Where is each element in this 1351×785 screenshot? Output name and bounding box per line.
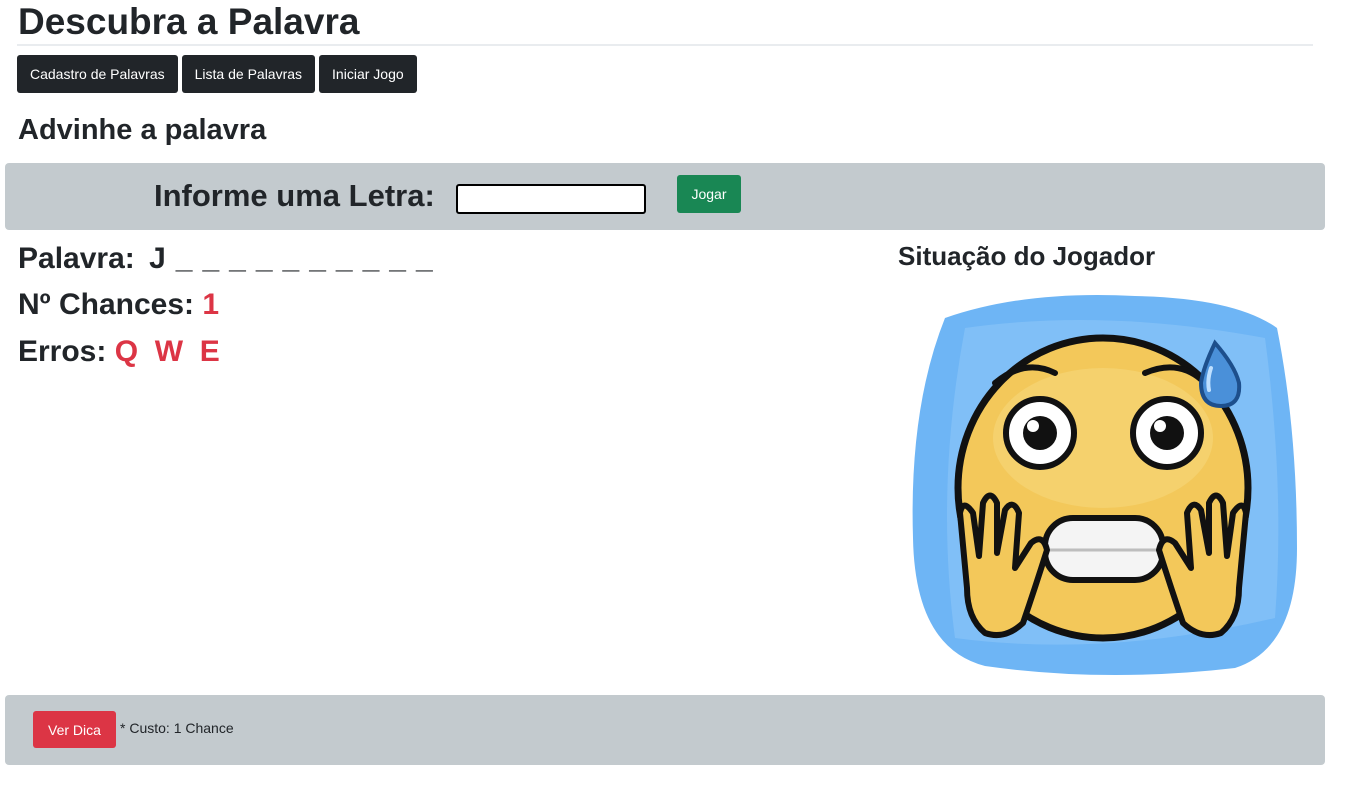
letter-input[interactable] — [456, 184, 646, 214]
word-letter: _ — [175, 242, 193, 275]
nav-button-lista-palavras[interactable]: Lista de Palavras — [181, 55, 316, 93]
errors-line: Erros: Q W E — [18, 333, 220, 371]
guess-panel: Informe uma Letra: Jogar — [5, 163, 1325, 230]
chances-value: 1 — [202, 288, 220, 321]
word-letter: _ — [309, 242, 326, 275]
error-letter: E — [199, 335, 220, 368]
nav-button-iniciar-jogo[interactable]: Iniciar Jogo — [319, 55, 417, 93]
word-label: Palavra: — [18, 242, 135, 275]
nav-bar: Cadastro de Palavras Lista de Palavras I… — [17, 55, 417, 93]
play-button[interactable]: Jogar — [677, 175, 741, 213]
errors-label: Erros: — [18, 335, 107, 368]
error-letter: Q — [114, 335, 139, 368]
section-title: Advinhe a palavra — [18, 114, 267, 146]
anxious-emoji-icon — [912, 294, 1297, 676]
hint-panel: Ver Dica * Custo: 1 Chance — [5, 695, 1325, 765]
word-letter: _ — [202, 242, 220, 275]
error-letter: W — [154, 335, 184, 368]
word-letter: _ — [389, 242, 406, 275]
word-line: Palavra: J _ _ _ _ _ _ _ _ _ _ — [18, 240, 443, 278]
chances-label: Nº Chances: — [18, 288, 195, 321]
player-status-title: Situação do Jogador — [898, 241, 1156, 271]
nav-button-cadastro-palavras[interactable]: Cadastro de Palavras — [17, 55, 178, 93]
word-letter: _ — [282, 242, 300, 275]
title-divider — [17, 44, 1313, 46]
word-letter: _ — [229, 242, 246, 275]
show-hint-button[interactable]: Ver Dica — [33, 711, 116, 748]
chances-line: Nº Chances: 1 — [18, 286, 219, 324]
word-letter: _ — [335, 242, 353, 275]
page-title: Descubra a Palavra — [18, 1, 360, 42]
letter-input-label: Informe uma Letra: — [154, 178, 435, 213]
word-letter: J — [149, 242, 166, 275]
word-letter: _ — [255, 242, 273, 275]
word-display: J _ _ _ _ _ _ _ _ _ _ — [143, 242, 443, 275]
word-letter: _ — [362, 242, 380, 275]
word-letter: _ — [415, 242, 433, 275]
hint-cost-text: * Custo: 1 Chance — [120, 720, 234, 736]
